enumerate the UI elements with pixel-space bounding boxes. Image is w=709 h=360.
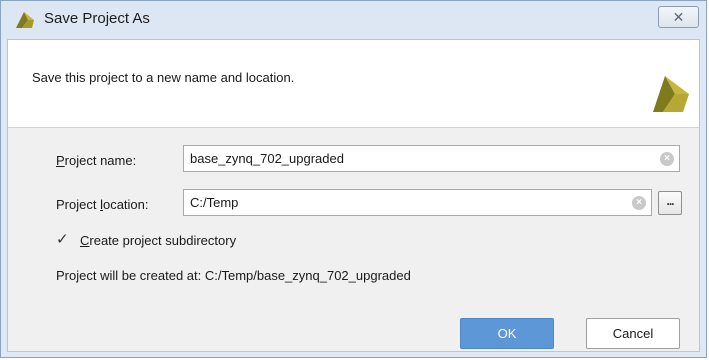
project-name-label: Project name: bbox=[56, 153, 136, 168]
dialog-title: Save Project As bbox=[44, 10, 150, 27]
create-subdirectory-label: Create project subdirectory bbox=[80, 233, 236, 248]
project-name-mnemonic: P bbox=[56, 153, 65, 168]
save-project-dialog: Save Project As ✕ Save this project to a… bbox=[0, 0, 707, 358]
clear-circle-icon[interactable]: × bbox=[632, 196, 646, 210]
clear-circle-icon[interactable]: × bbox=[660, 152, 674, 166]
vivado-logo-icon bbox=[653, 76, 689, 112]
header-description: Save this project to a new name and loca… bbox=[32, 70, 295, 85]
project-path-preview: Project will be created at: C:/Temp/base… bbox=[56, 268, 411, 283]
project-name-input[interactable] bbox=[190, 146, 653, 171]
project-location-field[interactable]: × bbox=[183, 189, 652, 216]
project-location-label-prefix: Project bbox=[56, 197, 101, 212]
project-name-label-text: roject name: bbox=[64, 153, 137, 168]
vivado-logo-icon bbox=[16, 12, 34, 28]
dialog-content: Save this project to a new name and loca… bbox=[7, 39, 700, 352]
project-location-label-text: ocation: bbox=[102, 197, 149, 212]
create-subdirectory-checkbox[interactable]: ✓ Create project subdirectory bbox=[56, 232, 236, 248]
close-button[interactable]: ✕ bbox=[658, 6, 699, 28]
form-panel: Project name: × Project location: × ... … bbox=[8, 128, 699, 351]
create-subdirectory-mnemonic: C bbox=[80, 232, 90, 248]
ok-button[interactable]: OK bbox=[460, 318, 554, 349]
close-icon: ✕ bbox=[672, 8, 685, 25]
project-location-label: Project location: bbox=[56, 197, 149, 212]
title-bar[interactable]: Save Project As ✕ bbox=[1, 1, 706, 39]
browse-location-button[interactable]: ... bbox=[658, 191, 682, 215]
project-name-field[interactable]: × bbox=[183, 145, 680, 172]
create-subdirectory-label-text: reate project subdirectory bbox=[89, 232, 237, 248]
project-location-input[interactable] bbox=[190, 190, 625, 215]
cancel-button[interactable]: Cancel bbox=[586, 318, 680, 349]
header-panel: Save this project to a new name and loca… bbox=[8, 40, 699, 128]
checkmark-icon[interactable]: ✓ bbox=[56, 232, 72, 248]
